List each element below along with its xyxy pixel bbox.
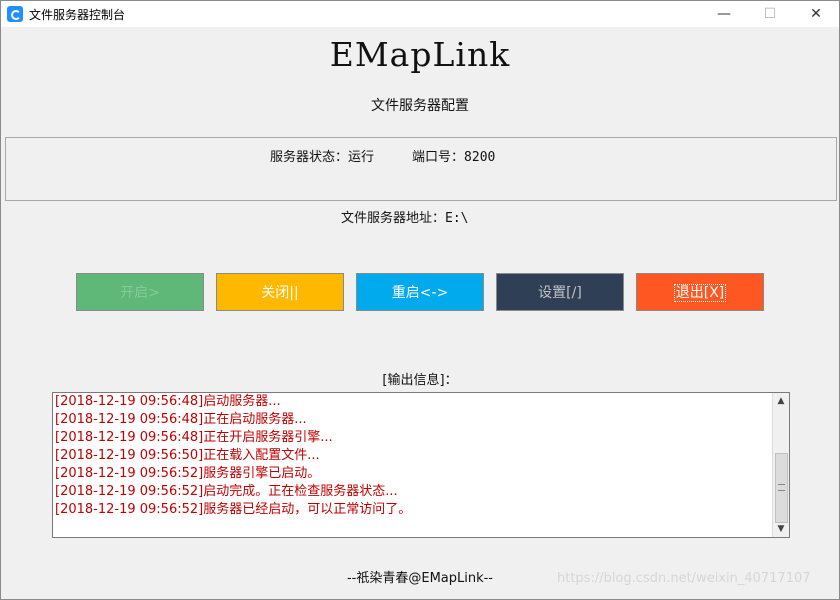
scroll-up-arrow-icon[interactable]: ▲ (773, 393, 789, 409)
app-window: 文件服务器控制台 — ☐ ✕ EMapLink 文件服务器配置 服务器状态：运行… (0, 0, 840, 600)
grip-icon (778, 484, 785, 491)
watermark: https://blog.csdn.net/weixin_40717107 (557, 571, 811, 586)
exit-button[interactable]: 退出[X] (636, 273, 764, 311)
port-value: 8200 (464, 150, 496, 165)
address-line: 文件服务器地址：E:\ (341, 207, 469, 226)
log-line: [2018-12-19 09:56:50]正在载入配置文件... (55, 448, 320, 463)
port-label: 端口号： (412, 150, 465, 165)
log-line: [2018-12-19 09:56:52]服务器引擎已启动。 (55, 466, 321, 481)
log-line: [2018-12-19 09:56:52]服务器已经启动，可以正常访问了。 (55, 502, 412, 517)
title-bar[interactable]: 文件服务器控制台 — ☐ ✕ (1, 1, 839, 27)
window-title: 文件服务器控制台 (29, 8, 126, 22)
status-panel: 服务器状态：运行 端口号：8200 (5, 137, 837, 201)
settings-button[interactable]: 设置[/] (496, 273, 624, 311)
page-subtitle: 文件服务器配置 (371, 98, 469, 114)
exit-button-label: 退出[X] (673, 284, 727, 302)
server-state-value: 运行 (348, 150, 375, 165)
server-state-label: 服务器状态： (270, 150, 349, 165)
app-icon (7, 6, 23, 22)
log-line: [2018-12-19 09:56:48]正在开启服务器引擎... (55, 430, 333, 445)
log-line: [2018-12-19 09:56:48]启动服务器... (55, 394, 281, 409)
scroll-down-arrow-icon[interactable]: ▼ (773, 521, 789, 537)
log-lines: [2018-12-19 09:56:48]启动服务器... [2018-12-1… (55, 393, 771, 519)
status-line: 服务器状态：运行 端口号：8200 (270, 146, 495, 165)
brand-title: EMapLink (329, 35, 511, 74)
address-value: E:\ (445, 211, 469, 226)
maximize-button[interactable]: ☐ (747, 1, 793, 27)
minimize-button[interactable]: — (701, 1, 747, 27)
log-scrollbar[interactable]: ▲ ▼ (772, 393, 789, 537)
log-line: [2018-12-19 09:56:52]启动完成。正在检查服务器状态... (55, 484, 398, 499)
address-label: 文件服务器地址： (341, 211, 446, 226)
scroll-thumb[interactable] (775, 453, 788, 523)
output-log[interactable]: [2018-12-19 09:56:48]启动服务器... [2018-12-1… (52, 392, 790, 538)
output-label: [输出信息]： (382, 373, 458, 388)
restart-button[interactable]: 重启<-> (356, 273, 484, 311)
start-button[interactable]: 开启> (76, 273, 204, 311)
stop-button[interactable]: 关闭|| (216, 273, 344, 311)
log-line: [2018-12-19 09:56:48]正在启动服务器... (55, 412, 307, 427)
close-window-button[interactable]: ✕ (793, 1, 839, 27)
